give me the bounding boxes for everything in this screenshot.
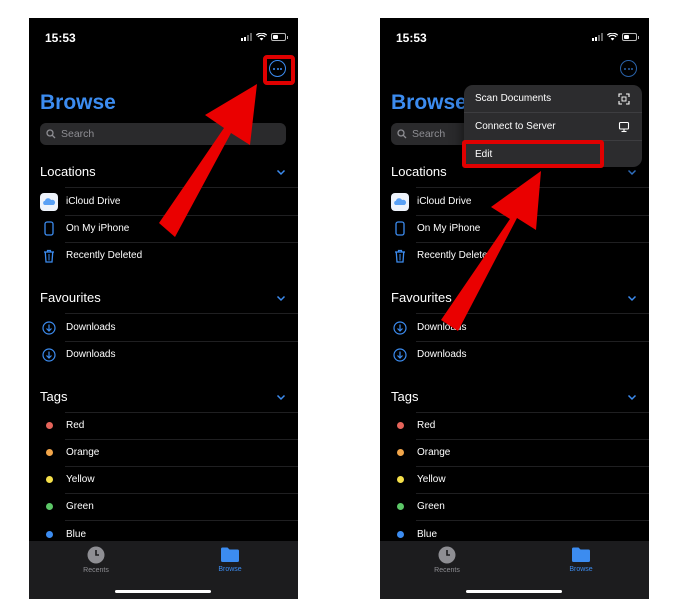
annotation-arrow-right [441,171,541,331]
